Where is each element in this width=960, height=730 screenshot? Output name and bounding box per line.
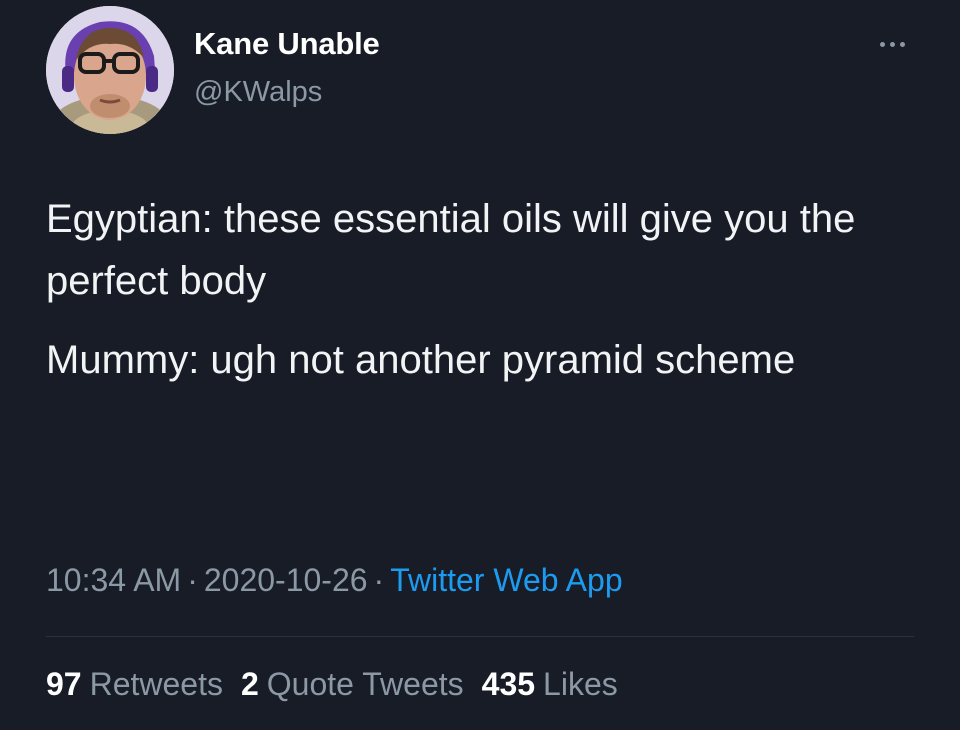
meta-separator: · [187, 562, 198, 598]
likes-label: Likes [543, 666, 618, 702]
quote-tweets-stat[interactable]: 2 Quote Tweets [241, 666, 464, 703]
tweet-line: Mummy: ugh not another pyramid scheme [46, 337, 796, 382]
likes-stat[interactable]: 435 Likes [482, 666, 618, 703]
tweet-text: Egyptian: these essential oils will give… [46, 188, 926, 407]
quote-tweets-label: Quote Tweets [266, 666, 464, 702]
tweet-meta: 10:34 AM · 2020-10-26 · Twitter Web App [46, 562, 623, 599]
user-handle[interactable]: @KWalps [194, 76, 322, 109]
tweet-time[interactable]: 10:34 AM [46, 562, 181, 598]
retweets-label: Retweets [89, 666, 223, 702]
avatar[interactable] [46, 6, 174, 134]
user-avatar-photo [46, 6, 174, 134]
likes-count: 435 [481, 666, 536, 702]
tweet-line: Egyptian: these essential oils will give… [46, 197, 856, 304]
meta-separator: · [373, 562, 385, 598]
divider [46, 636, 914, 637]
more-dot [879, 41, 885, 47]
more-dot [889, 41, 895, 47]
tweet-source-link[interactable]: Twitter Web App [390, 562, 622, 598]
more-dot [899, 41, 905, 47]
tweet-stats: 97 Retweets 2 Quote Tweets 435 Likes [46, 666, 618, 703]
retweets-count: 97 [46, 666, 82, 702]
retweets-stat[interactable]: 97 Retweets [46, 666, 223, 703]
tweet-date[interactable]: 2020-10-26 [204, 562, 368, 598]
more-options-icon[interactable] [872, 32, 912, 56]
quote-tweets-count: 2 [240, 666, 259, 702]
display-name[interactable]: Kane Unable [194, 26, 380, 62]
